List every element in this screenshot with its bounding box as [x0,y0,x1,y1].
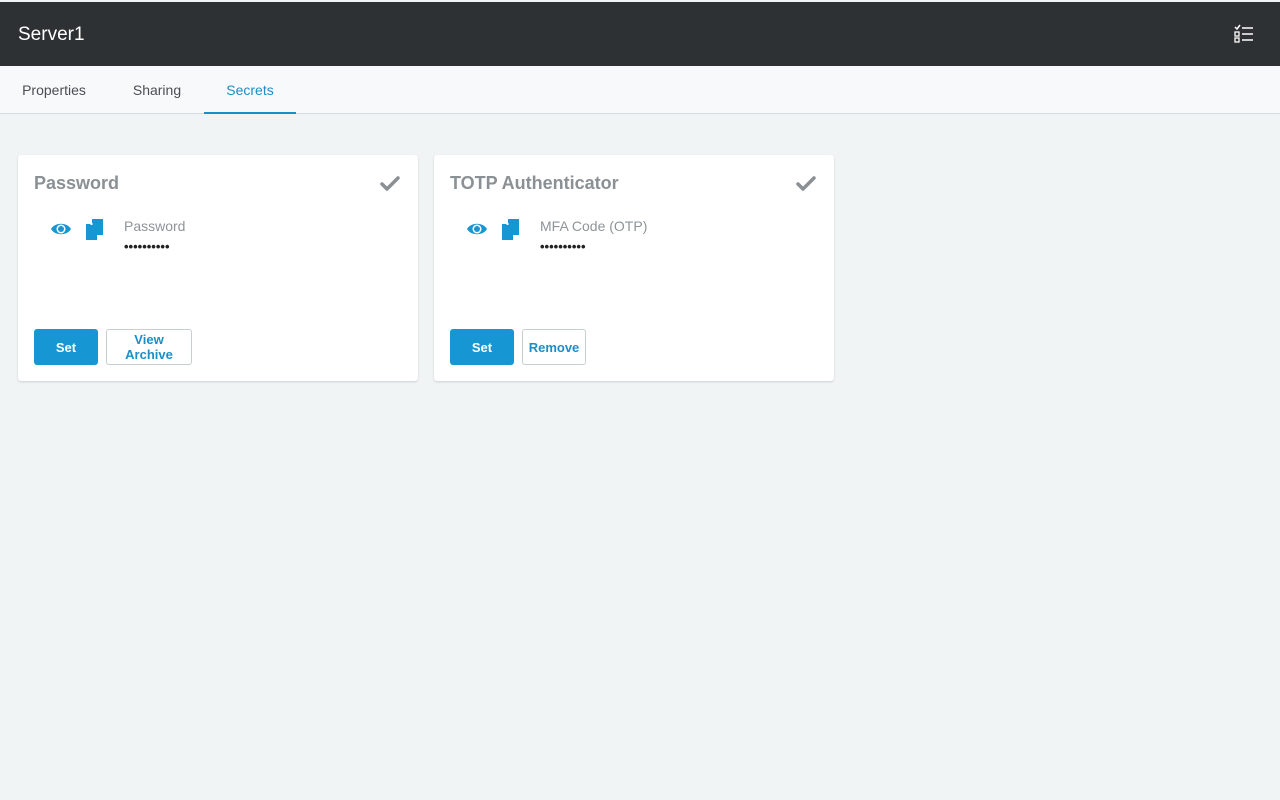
set-password-button[interactable]: Set [34,329,98,365]
checkmark-icon [380,175,400,193]
set-totp-button[interactable]: Set [450,329,514,365]
field-label: Password [124,218,186,234]
eye-icon[interactable] [50,221,72,237]
card-title: Password [34,173,120,193]
app-header: Server1 [0,2,1280,66]
card-title: TOTP Authenticator [450,173,619,193]
eye-icon[interactable] [466,221,488,237]
tab-properties[interactable]: Properties [0,66,108,114]
copy-icon[interactable] [86,219,104,241]
tab-secrets[interactable]: Secrets [204,66,296,114]
tab-bar: Properties Sharing Secrets [0,66,1280,114]
remove-totp-button[interactable]: Remove [522,329,586,365]
masked-password-value: •••••••••• [124,239,170,254]
view-archive-button[interactable]: View Archive [106,329,192,365]
tab-sharing[interactable]: Sharing [110,66,204,114]
masked-otp-value: •••••••••• [540,239,586,254]
page-title: Server1 [18,24,85,45]
password-card: Password Password •••••••••• Set View Ar… [18,155,418,381]
totp-card: TOTP Authenticator MFA Code (OTP) ••••••… [434,155,834,381]
checkmark-icon [796,175,816,193]
copy-icon[interactable] [502,219,520,241]
checklist-icon[interactable] [1234,24,1254,44]
field-label: MFA Code (OTP) [540,218,648,234]
